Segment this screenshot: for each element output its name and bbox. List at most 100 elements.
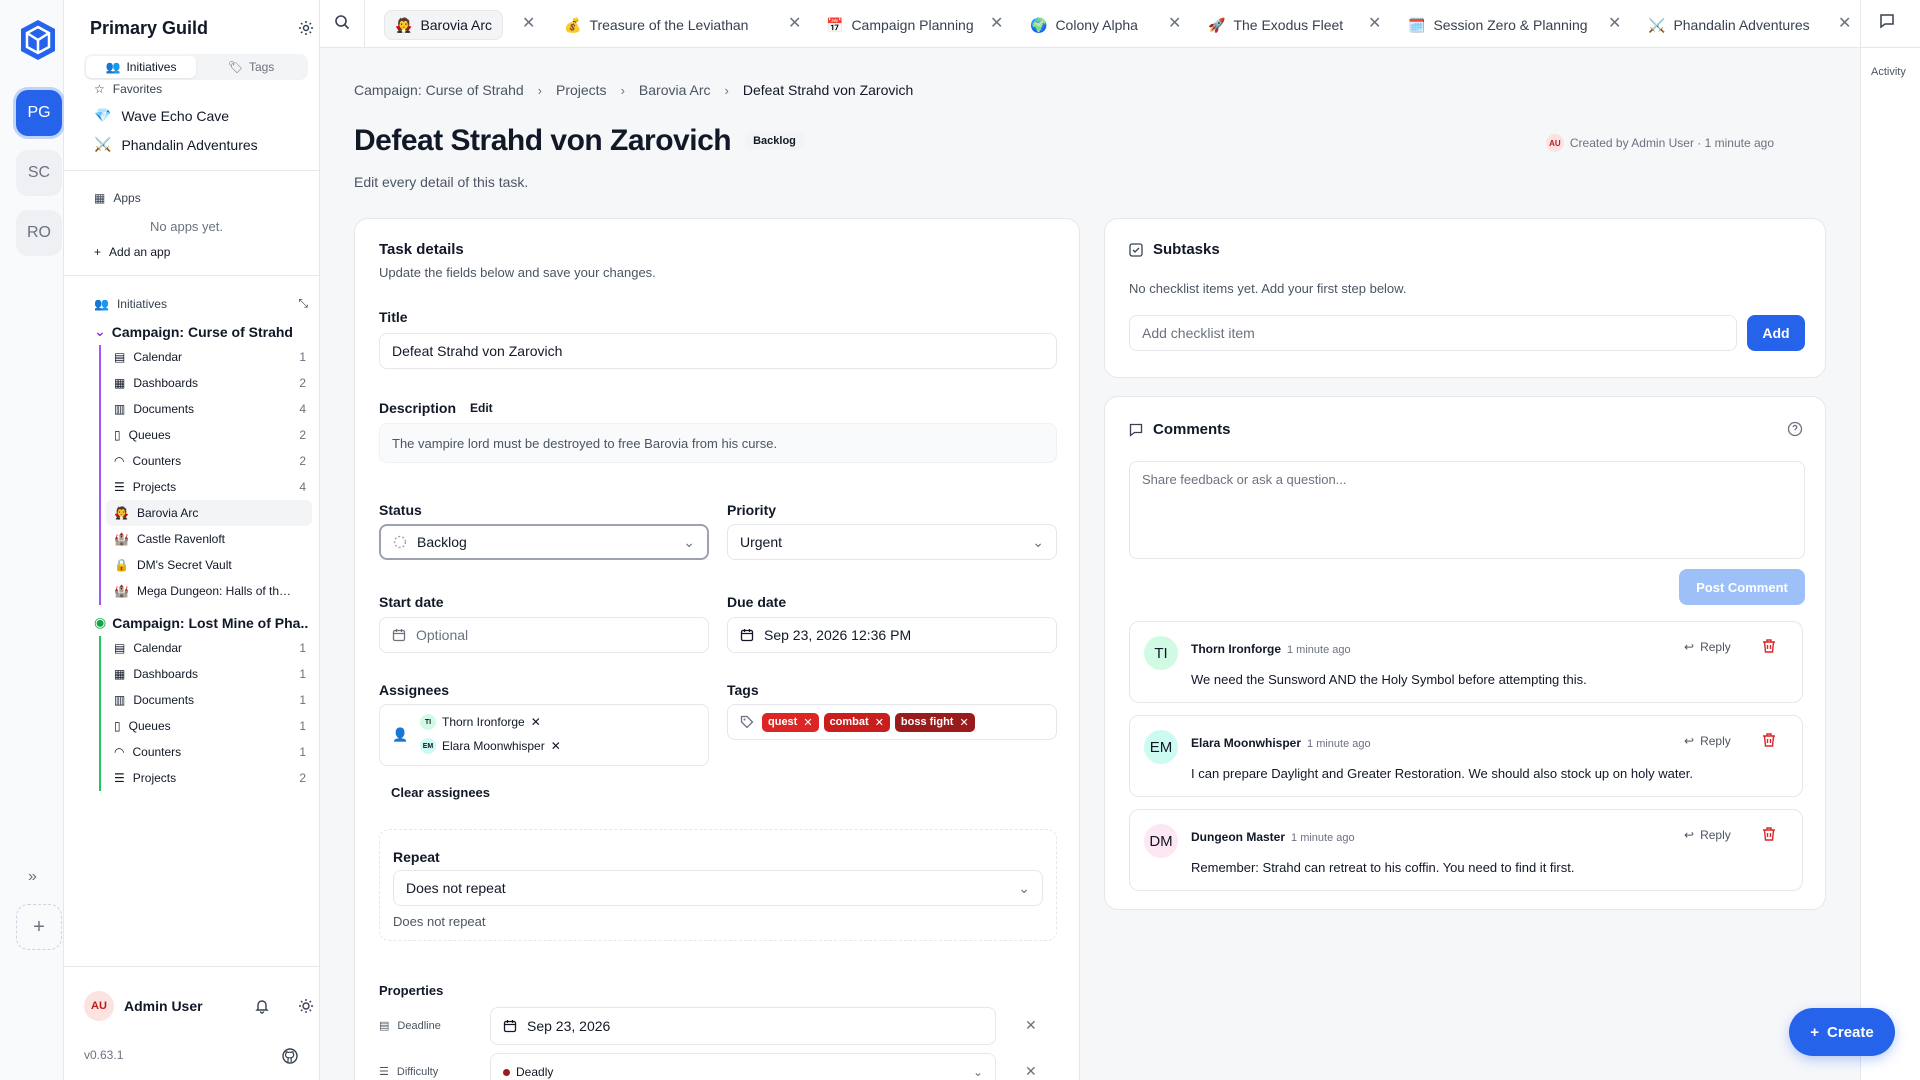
priority-select[interactable]: Urgent ⌄	[727, 524, 1057, 560]
tab-the-exodus-fleet[interactable]: 🚀 The Exodus Fleet	[1198, 10, 1353, 40]
help-icon[interactable]	[1787, 421, 1803, 437]
close-icon[interactable]: ✕	[1368, 16, 1381, 32]
reply-button[interactable]: ↩ Reply	[1684, 828, 1731, 842]
tab-colony-alpha[interactable]: 🌍 Colony Alpha	[1020, 10, 1148, 40]
add-app-button[interactable]: + Add an app	[94, 245, 170, 259]
favorite-item[interactable]: 💎 Wave Echo Cave	[94, 107, 229, 124]
sidebar-item-queues[interactable]: ▯ Queues 2	[106, 422, 312, 448]
tab-phandalin-adventures[interactable]: ⚔️ Phandalin Adventures	[1638, 10, 1820, 40]
tab-treasure-of-the-leviathan[interactable]: 💰 Treasure of the Leviathan	[554, 10, 758, 40]
add-org-button[interactable]: +	[16, 904, 62, 950]
start-date-input[interactable]: Optional	[379, 617, 709, 653]
close-icon[interactable]: ✕	[531, 715, 541, 729]
org-switcher-sc[interactable]: SC	[16, 150, 62, 196]
edit-description-button[interactable]: Edit	[470, 401, 493, 415]
close-icon[interactable]: ✕	[551, 739, 561, 753]
sidebar-item-calendar[interactable]: ▤ Calendar 1	[106, 344, 312, 370]
due-date-input[interactable]: Sep 23, 2026 12:36 PM	[727, 617, 1057, 653]
close-icon[interactable]: ✕	[803, 716, 812, 729]
repeat-select[interactable]: Does not repeat ⌄	[393, 870, 1043, 906]
bell-icon[interactable]	[254, 998, 270, 1014]
reply-button[interactable]: ↩ Reply	[1684, 734, 1731, 748]
sidebar-item-counters[interactable]: ◠ Counters 1	[106, 739, 312, 765]
message-icon[interactable]	[1878, 12, 1896, 30]
divider	[364, 0, 365, 48]
github-icon[interactable]	[282, 1048, 298, 1064]
sidebar-item-projects[interactable]: ☰ Projects 2	[106, 765, 312, 791]
sidebar-project-secret-vault[interactable]: 🔒 DM's Secret Vault	[106, 552, 312, 578]
add-checklist-button[interactable]: Add	[1747, 315, 1805, 351]
sidebar-item-calendar[interactable]: ▤ Calendar 1	[106, 635, 312, 661]
close-icon[interactable]: ✕	[990, 16, 1003, 32]
clear-assignees-button[interactable]: Clear assignees	[391, 785, 490, 800]
org-switcher-pg[interactable]: PG	[16, 90, 62, 136]
breadcrumb-link[interactable]: Barovia Arc	[639, 82, 711, 98]
calendar-icon	[392, 628, 406, 642]
app-version: v0.63.1	[84, 1048, 124, 1062]
avatar: AU	[1545, 134, 1564, 152]
sidebar-item-queues[interactable]: ▯ Queues 1	[106, 713, 312, 739]
close-icon[interactable]: ✕	[522, 16, 535, 32]
org-switcher-ro[interactable]: RO	[16, 210, 62, 256]
activity-panel[interactable]: Activity	[1860, 48, 1920, 1080]
close-icon[interactable]: ✕	[1608, 16, 1621, 32]
assignees-input[interactable]: 👤 TI Thorn Ironforge ✕ EM Elara Moonwhis…	[379, 704, 709, 766]
breadcrumb-current: Defeat Strahd von Zarovich	[742, 82, 914, 98]
tags-input[interactable]: quest ✕ combat ✕ boss fight ✕	[727, 704, 1057, 740]
title-input[interactable]: Defeat Strahd von Zarovich	[379, 333, 1057, 369]
reply-button[interactable]: ↩ Reply	[1684, 640, 1731, 654]
tab-session-zero[interactable]: 🗓️ Session Zero & Planning	[1398, 10, 1598, 40]
close-icon[interactable]: ✕	[875, 716, 884, 729]
difficulty-select[interactable]: Deadly ⌄	[490, 1053, 996, 1080]
comment-body: Remember: Strahd can retreat to his coff…	[1191, 860, 1575, 875]
collapse-icon[interactable]: ⤡	[298, 296, 308, 311]
sidebar-item-documents[interactable]: ▥ Documents 4	[106, 396, 312, 422]
close-icon[interactable]: ✕	[788, 16, 801, 32]
campaign-lost-mine[interactable]: ◉ Campaign: Lost Mine of Pha...	[94, 614, 308, 631]
sidebar-project-mega-dungeon[interactable]: 🏰 Mega Dungeon: Halls of the ...	[106, 578, 312, 604]
checklist-input[interactable]: Add checklist item	[1129, 315, 1737, 351]
sun-icon[interactable]	[298, 998, 314, 1014]
tab-barovia-arc[interactable]: 🧛 Barovia Arc	[384, 10, 504, 40]
breadcrumb-link[interactable]: Campaign: Curse of Strahd	[354, 82, 524, 98]
sidebar-item-documents[interactable]: ▥ Documents 1	[106, 687, 312, 713]
favorite-item[interactable]: ⚔️ Phandalin Adventures	[94, 136, 258, 153]
calendar-icon: ▤	[379, 1020, 390, 1032]
close-icon[interactable]: ✕	[1168, 16, 1181, 32]
close-icon[interactable]: ✕	[1025, 1017, 1037, 1034]
comment-author: Dungeon Master 1 minute ago	[1191, 830, 1355, 844]
trash-icon[interactable]	[1762, 638, 1776, 654]
sidebar-project-castle-ravenloft[interactable]: 🏰 Castle Ravenloft	[106, 526, 312, 552]
post-comment-button[interactable]: Post Comment	[1679, 569, 1805, 605]
deadline-input[interactable]: Sep 23, 2026	[490, 1007, 996, 1045]
segment-initiatives[interactable]: 👥 Initiatives	[86, 56, 196, 78]
status-select[interactable]: Backlog ⌄	[379, 524, 709, 560]
castle-icon: 🏰	[114, 584, 129, 598]
breadcrumb-link[interactable]: Projects	[556, 82, 607, 98]
close-icon[interactable]: ✕	[959, 716, 968, 729]
close-icon[interactable]: ✕	[1838, 16, 1851, 32]
comment-body: I can prepare Daylight and Greater Resto…	[1191, 766, 1693, 781]
expand-icon[interactable]: »	[28, 868, 37, 886]
comment-textarea[interactable]: Share feedback or ask a question...	[1129, 461, 1805, 559]
create-button[interactable]: + Create	[1789, 1008, 1895, 1056]
sidebar-item-dashboards[interactable]: ▦ Dashboards 2	[106, 370, 312, 396]
tab-campaign-planning[interactable]: 📅 Campaign Planning	[816, 10, 984, 40]
trash-icon[interactable]	[1762, 732, 1776, 748]
description-text[interactable]: The vampire lord must be destroyed to fr…	[379, 423, 1057, 463]
comment-item: TI Thorn Ironforge 1 minute ago We need t…	[1129, 621, 1803, 703]
gear-icon[interactable]	[298, 20, 314, 36]
sidebar-item-counters[interactable]: ◠ Counters 2	[106, 448, 312, 474]
user-menu[interactable]: AU Admin User	[84, 990, 314, 1022]
sidebar-item-projects[interactable]: ☰ Projects 4	[106, 474, 312, 500]
trash-icon[interactable]	[1762, 826, 1776, 842]
sidebar-project-barovia-arc[interactable]: 🧛 Barovia Arc	[106, 500, 312, 526]
campaign-curse-of-strahd[interactable]: ⌄ Campaign: Curse of Strahd	[94, 323, 308, 340]
sidebar-item-dashboards[interactable]: ▦ Dashboards 1	[106, 661, 312, 687]
list-icon: ☰	[114, 480, 125, 494]
segment-tags[interactable]: 🏷 Tags	[196, 56, 306, 78]
search-icon[interactable]	[334, 14, 350, 30]
app-logo-icon[interactable]	[18, 18, 58, 62]
chevron-right-icon: ›	[537, 82, 542, 98]
close-icon[interactable]: ✕	[1025, 1063, 1037, 1080]
